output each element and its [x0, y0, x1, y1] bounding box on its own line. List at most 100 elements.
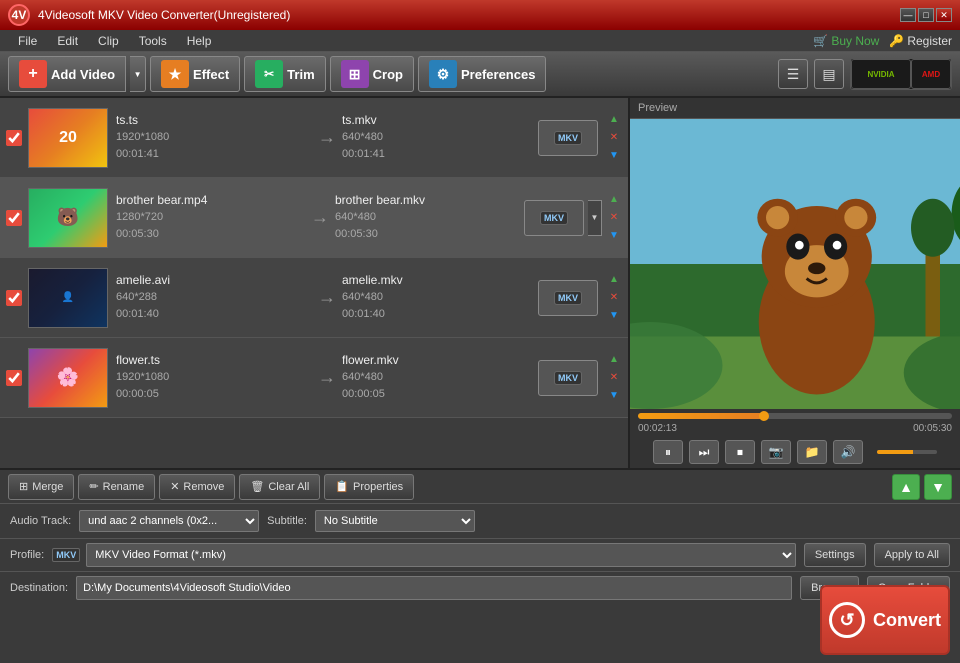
- expand-down-icon[interactable]: ▼: [606, 148, 622, 164]
- file-info: ts.ts 1920*108000:01:41: [116, 113, 312, 162]
- merge-button[interactable]: ⊞ Merge: [8, 474, 74, 500]
- file-row[interactable]: 👤 amelie.avi 640*28800:01:40 → amelie.mk…: [0, 258, 628, 338]
- progress-bar[interactable]: [638, 413, 952, 419]
- crop-icon: ⊞: [341, 60, 369, 88]
- output-meta: 640*48000:05:30: [335, 209, 524, 242]
- file-checkbox[interactable]: [6, 290, 22, 306]
- file-row[interactable]: 20 ts.ts 1920*108000:01:41 → ts.mkv 640*…: [0, 98, 628, 178]
- trim-button[interactable]: ✂ Trim: [244, 56, 325, 92]
- menu-help[interactable]: Help: [177, 32, 222, 50]
- progress-thumb[interactable]: [759, 411, 769, 421]
- toolbar-right: ☰ ▤ NVIDIA AMD: [778, 58, 952, 90]
- thumb-flower: 🌸: [29, 349, 107, 407]
- file-actions: ▲ ✕ ▼: [606, 192, 622, 244]
- menu-file[interactable]: File: [8, 32, 47, 50]
- list-view-button[interactable]: ☰: [778, 59, 808, 89]
- volume-slider[interactable]: [877, 450, 937, 454]
- screenshot-button[interactable]: 📷: [761, 440, 791, 464]
- close-button[interactable]: ✕: [936, 8, 952, 22]
- file-output: brother bear.mkv 640*48000:05:30: [335, 193, 524, 242]
- rename-icon: ✏: [89, 480, 98, 493]
- move-down-button[interactable]: ▼: [924, 474, 952, 500]
- audio-track-select[interactable]: und aac 2 channels (0x2...: [79, 510, 259, 532]
- file-name: ts.ts: [116, 113, 312, 127]
- nvidia-badge: NVIDIA: [851, 59, 911, 89]
- file-thumbnail: 🐻: [28, 188, 108, 248]
- remove-icon[interactable]: ✕: [606, 370, 622, 386]
- add-video-button[interactable]: + Add Video: [8, 56, 126, 92]
- file-thumbnail: 20: [28, 108, 108, 168]
- format-button[interactable]: MKV: [538, 280, 598, 316]
- properties-icon: 📋: [335, 480, 349, 493]
- detail-view-button[interactable]: ▤: [814, 59, 844, 89]
- format-btn-wrap: MKV: [538, 120, 602, 156]
- maximize-button[interactable]: □: [918, 8, 934, 22]
- expand-up-icon[interactable]: ▲: [606, 272, 622, 288]
- expand-down-icon[interactable]: ▼: [606, 228, 622, 244]
- remove-button[interactable]: ✕ Remove: [159, 474, 235, 500]
- effect-button[interactable]: ★ Effect: [150, 56, 240, 92]
- file-name: flower.ts: [116, 353, 312, 367]
- pause-button[interactable]: ⏸: [653, 440, 683, 464]
- properties-button[interactable]: 📋 Properties: [324, 474, 414, 500]
- subtitle-label: Subtitle:: [267, 515, 307, 527]
- file-name: brother bear.mp4: [116, 193, 305, 207]
- clear-all-button[interactable]: 🗑 Clear All: [239, 474, 320, 500]
- rename-button[interactable]: ✏ Rename: [78, 474, 155, 500]
- mkv-badge: MKV: [554, 371, 582, 385]
- file-row[interactable]: 🌸 flower.ts 1920*108000:00:05 → flower.m…: [0, 338, 628, 418]
- apply-to-all-button[interactable]: Apply to All: [874, 543, 950, 567]
- format-dropdown[interactable]: ▼: [588, 200, 602, 236]
- format-button[interactable]: MKV: [524, 200, 584, 236]
- expand-up-icon[interactable]: ▲: [606, 192, 622, 208]
- preview-video: [630, 119, 960, 409]
- file-checkbox[interactable]: [6, 130, 22, 146]
- move-up-button[interactable]: ▲: [892, 474, 920, 500]
- current-time: 00:02:13: [638, 423, 677, 434]
- stop-button[interactable]: ⏹: [725, 440, 755, 464]
- file-output: ts.mkv 640*48000:01:41: [342, 113, 538, 162]
- settings-row: Audio Track: und aac 2 channels (0x2... …: [0, 504, 960, 539]
- expand-down-icon[interactable]: ▼: [606, 388, 622, 404]
- format-button[interactable]: MKV: [538, 360, 598, 396]
- file-checkbox[interactable]: [6, 370, 22, 386]
- menu-clip[interactable]: Clip: [88, 32, 129, 50]
- menu-edit[interactable]: Edit: [47, 32, 88, 50]
- file-checkbox[interactable]: [6, 210, 22, 226]
- expand-up-icon[interactable]: ▲: [606, 352, 622, 368]
- remove-icon: ✕: [170, 480, 179, 493]
- settings-button[interactable]: Settings: [804, 543, 866, 567]
- expand-down-icon[interactable]: ▼: [606, 308, 622, 324]
- total-time: 00:05:30: [913, 423, 952, 434]
- format-button[interactable]: MKV: [538, 120, 598, 156]
- thumb-bear: 🐻: [29, 189, 107, 247]
- remove-icon[interactable]: ✕: [606, 130, 622, 146]
- crop-button[interactable]: ⊞ Crop: [330, 56, 414, 92]
- destination-input[interactable]: [76, 576, 792, 600]
- remove-icon[interactable]: ✕: [606, 290, 622, 306]
- expand-up-icon[interactable]: ▲: [606, 112, 622, 128]
- preferences-button[interactable]: ⚙ Preferences: [418, 56, 546, 92]
- add-video-dropdown[interactable]: ▼: [130, 56, 146, 92]
- register-button[interactable]: 🔑 Register: [889, 34, 952, 48]
- subtitle-select[interactable]: No Subtitle: [315, 510, 475, 532]
- minimize-button[interactable]: —: [900, 8, 916, 22]
- profile-select[interactable]: MKV Video Format (*.mkv): [86, 543, 796, 567]
- preview-panel: Preview: [630, 98, 960, 468]
- menu-tools[interactable]: Tools: [129, 32, 177, 50]
- format-btn-wrap: MKV: [538, 360, 602, 396]
- convert-button[interactable]: ↺ Convert: [820, 585, 950, 655]
- mkv-badge: MKV: [554, 291, 582, 305]
- file-row[interactable]: 🐻 brother bear.mp4 1280*72000:05:30 → br…: [0, 178, 628, 258]
- forward-button[interactable]: ⏭: [689, 440, 719, 464]
- profile-format-badge: MKV: [52, 548, 80, 562]
- arrow-icon: →: [318, 367, 336, 388]
- destination-row: Destination: Browse Open Folder: [0, 572, 960, 604]
- file-thumbnail: 👤: [28, 268, 108, 328]
- remove-icon[interactable]: ✕: [606, 210, 622, 226]
- thumb-ts: 20: [29, 109, 107, 167]
- file-info: flower.ts 1920*108000:00:05: [116, 353, 312, 402]
- open-folder-button[interactable]: 📁: [797, 440, 827, 464]
- buy-now-button[interactable]: 🛒 Buy Now: [813, 34, 879, 48]
- volume-button[interactable]: 🔊: [833, 440, 863, 464]
